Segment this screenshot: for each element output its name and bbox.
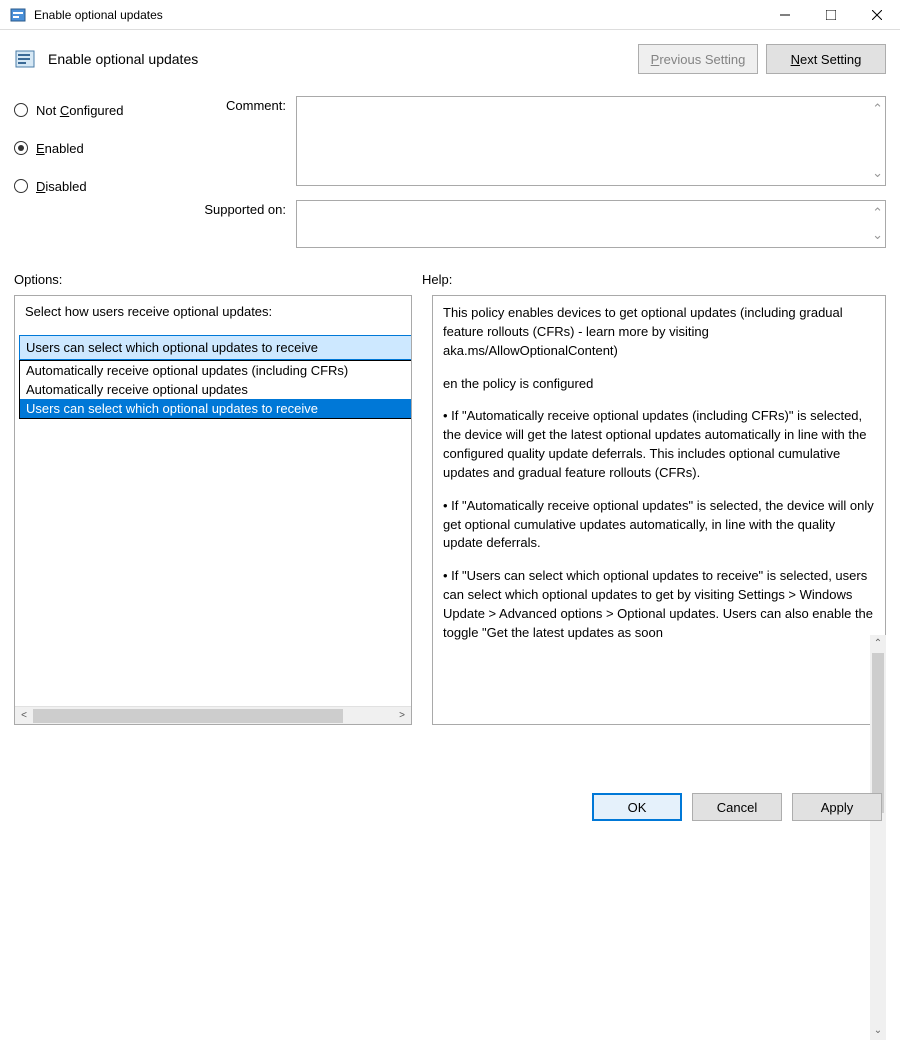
- dropdown-option[interactable]: Automatically receive optional updates: [20, 380, 412, 399]
- scroll-arrows: ⌃⌄: [872, 101, 883, 181]
- help-text: • If "Automatically receive optional upd…: [443, 497, 875, 554]
- comment-textbox[interactable]: ⌃⌄: [296, 96, 886, 186]
- options-label: Options:: [14, 272, 422, 287]
- scroll-left-icon[interactable]: <: [15, 710, 33, 721]
- previous-setting-button[interactable]: Previous Setting: [638, 44, 758, 74]
- help-panel: This policy enables devices to get optio…: [432, 295, 886, 725]
- titlebar: Enable optional updates: [0, 0, 900, 30]
- radio-label: Disabled: [36, 179, 87, 194]
- options-dropdown-list: Automatically receive optional updates (…: [19, 360, 412, 419]
- cancel-button[interactable]: Cancel: [692, 793, 782, 821]
- radio-disabled[interactable]: Disabled: [14, 172, 184, 200]
- supported-label: Supported on:: [184, 200, 296, 248]
- scroll-down-icon[interactable]: ⌄: [870, 1022, 886, 1040]
- vertical-scrollbar[interactable]: ⌃ ⌄: [870, 635, 886, 1040]
- policy-name: Enable optional updates: [48, 51, 630, 67]
- supported-textbox: ⌃⌄: [296, 200, 886, 248]
- apply-button[interactable]: Apply: [792, 793, 882, 821]
- minimize-button[interactable]: [762, 0, 808, 30]
- comment-label: Comment:: [184, 96, 296, 186]
- next-setting-button[interactable]: Next Setting: [766, 44, 886, 74]
- policy-header: Enable optional updates Previous Setting…: [0, 30, 900, 96]
- options-panel: Select how users receive optional update…: [14, 295, 412, 725]
- radio-enabled[interactable]: Enabled: [14, 134, 184, 162]
- radio-label: Not Configured: [36, 103, 123, 118]
- scroll-right-icon[interactable]: >: [393, 710, 411, 721]
- policy-editor-icon: [10, 7, 26, 23]
- scroll-up-icon[interactable]: ⌃: [870, 635, 886, 653]
- dialog-footer: OK Cancel Apply: [592, 793, 882, 821]
- maximize-button[interactable]: [808, 0, 854, 30]
- scroll-arrows: ⌃⌄: [872, 205, 883, 243]
- radio-icon: [14, 141, 28, 155]
- state-radio-group: Not Configured Enabled Disabled: [14, 96, 184, 262]
- help-text: • If "Users can select which optional up…: [443, 567, 875, 642]
- radio-icon: [14, 103, 28, 117]
- options-dropdown-label: Select how users receive optional update…: [19, 300, 407, 323]
- radio-icon: [14, 179, 28, 193]
- dropdown-option[interactable]: Users can select which optional updates …: [20, 399, 412, 418]
- dropdown-option[interactable]: Automatically receive optional updates (…: [20, 361, 412, 380]
- close-button[interactable]: [854, 0, 900, 30]
- radio-not-configured[interactable]: Not Configured: [14, 96, 184, 124]
- help-text: en the policy is configured: [443, 375, 875, 394]
- horizontal-scrollbar[interactable]: < >: [15, 706, 411, 724]
- options-dropdown[interactable]: Users can select which optional updates …: [19, 335, 412, 360]
- radio-label: Enabled: [36, 141, 84, 156]
- help-text: • If "Automatically receive optional upd…: [443, 407, 875, 482]
- help-text: This policy enables devices to get optio…: [443, 304, 875, 361]
- window-title: Enable optional updates: [34, 8, 762, 22]
- policy-icon: [14, 48, 36, 70]
- help-label: Help:: [422, 272, 886, 287]
- ok-button[interactable]: OK: [592, 793, 682, 821]
